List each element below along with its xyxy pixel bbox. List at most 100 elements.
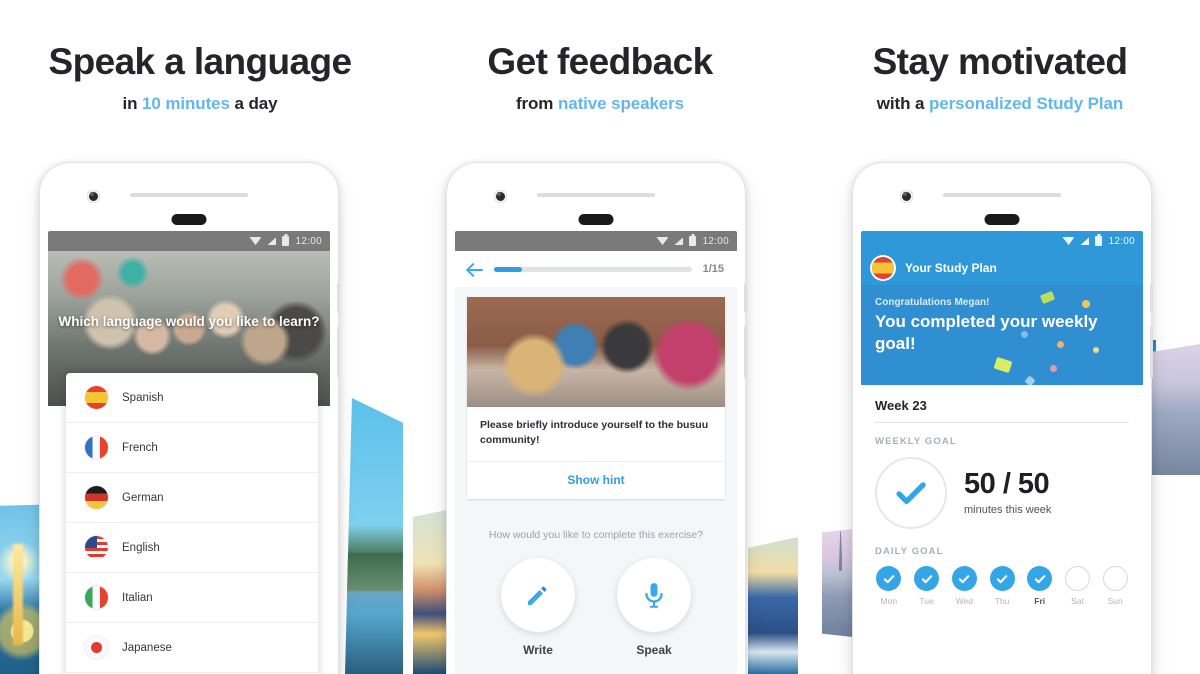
day-fri[interactable]: Fri [1025, 566, 1055, 606]
week-label: Week 23 [875, 398, 927, 413]
phone-2-screen: 12:00 1/15 Please briefly introduce your… [455, 231, 737, 674]
list-item-label: French [122, 441, 158, 454]
weekly-goal-ring [875, 457, 947, 529]
front-camera-icon [87, 190, 100, 203]
list-item[interactable]: English [66, 523, 318, 573]
volume-button[interactable] [337, 326, 340, 378]
volume-button[interactable] [744, 326, 747, 378]
power-button[interactable] [1150, 283, 1153, 313]
progress-bar-fill [494, 266, 522, 272]
write-button[interactable] [501, 558, 575, 633]
panel-3-subtitle-highlight: personalized Study Plan [929, 93, 1124, 113]
wifi-icon [1062, 237, 1075, 245]
power-button[interactable] [337, 283, 340, 313]
check-icon [996, 574, 1008, 583]
background-photo-city [1152, 344, 1200, 475]
day-label: Sun [1107, 596, 1123, 606]
weekly-goal-unit: minutes this week [964, 504, 1052, 516]
panel-2-subtitle-prefix: from [515, 93, 558, 113]
battery-icon [1095, 236, 1103, 246]
flag-germany-icon [85, 486, 108, 509]
day-tue[interactable]: Tue [912, 566, 942, 606]
confetti-piece [1093, 347, 1099, 353]
front-camera-icon [494, 190, 507, 203]
day-mon[interactable]: Mon [874, 566, 904, 606]
day-label: Fri [1034, 596, 1046, 606]
day-label: Wed [955, 596, 973, 606]
check-icon [921, 574, 932, 583]
power-button[interactable] [744, 283, 747, 313]
promo-screenshot-stage: Speak a language in 10 minutes a day Get… [0, 0, 1200, 674]
flag-spain-icon [85, 386, 108, 409]
check-icon [896, 482, 926, 505]
microphone-icon [645, 583, 663, 609]
back-arrow-icon[interactable] [468, 262, 483, 277]
flag-japan-icon [85, 636, 108, 659]
list-item[interactable]: German [66, 473, 318, 523]
list-item-label: Italian [122, 591, 153, 604]
earpiece-speaker [943, 193, 1061, 197]
panel-3-subtitle: with a personalized Study Plan [800, 94, 1200, 114]
panel-1-subtitle-prefix: in [122, 93, 143, 113]
day-wed[interactable]: Wed [949, 566, 979, 606]
list-item-label: Japanese [122, 641, 172, 654]
list-item[interactable]: Italian [66, 573, 318, 623]
panel-3-title: Stay motivated [872, 41, 1128, 82]
signal-icon [267, 237, 277, 245]
wifi-icon [656, 237, 669, 245]
speak-action[interactable]: Speak [617, 558, 691, 657]
panel-3-headings: Stay motivated with a personalized Study… [800, 41, 1200, 114]
proximity-sensor [984, 214, 1020, 225]
list-item[interactable]: French [66, 423, 318, 473]
confetti-piece [1024, 375, 1036, 385]
speak-button[interactable] [617, 558, 691, 633]
day-status-icon [876, 566, 902, 591]
status-bar-time: 12:00 [1108, 235, 1135, 247]
panel-2-headings: Get feedback from native speakers [400, 41, 800, 114]
pencil-icon [528, 586, 547, 606]
day-status-icon [1027, 566, 1053, 591]
background-photo-mosque [748, 537, 798, 674]
volume-button[interactable] [1150, 326, 1153, 378]
panel-2-subtitle: from native speakers [400, 94, 800, 114]
congrats-line: Congratulations Megan! [875, 297, 990, 308]
list-item-label: English [122, 541, 160, 554]
day-status-icon [951, 566, 977, 591]
wifi-icon [249, 237, 262, 245]
progress-counter: 1/15 [702, 263, 724, 275]
goal-line: You completed your weekly goal! [875, 312, 1098, 354]
write-action[interactable]: Write [501, 558, 575, 657]
daily-goal-label: DAILY GOAL [875, 546, 944, 557]
phone-mockup-exercise: 12:00 1/15 Please briefly introduce your… [447, 163, 747, 674]
list-item[interactable]: Japanese [66, 623, 318, 673]
day-label: Sat [1071, 596, 1084, 606]
panel-1-headings: Speak a language in 10 minutes a day [0, 41, 400, 114]
check-icon [1034, 574, 1046, 583]
day-sat[interactable]: Sat [1063, 566, 1093, 606]
front-camera-icon [900, 190, 913, 203]
proximity-sensor [578, 214, 614, 225]
panel-1-subtitle-highlight: 10 minutes [142, 93, 230, 113]
confetti-piece [1021, 331, 1028, 338]
weekly-goal-value: 50 / 50 [964, 468, 1050, 500]
status-bar: 12:00 [861, 231, 1143, 251]
show-hint-button[interactable]: Show hint [467, 462, 725, 499]
day-thu[interactable]: Thu [987, 566, 1017, 606]
confetti-piece [1057, 341, 1064, 348]
congratulations-banner: Congratulations Megan! You completed you… [861, 285, 1143, 385]
exercise-actions: Write Speak [455, 558, 737, 657]
flag-usa-icon [85, 536, 108, 559]
panel-3-subtitle-prefix: with a [876, 93, 929, 113]
day-status-icon [1064, 566, 1090, 591]
flag-spain-icon [872, 257, 894, 279]
confetti-piece [1050, 365, 1057, 372]
day-sun[interactable]: Sun [1100, 566, 1130, 606]
weekly-goal-label: WEEKLY GOAL [875, 436, 957, 447]
list-item[interactable]: Spanish [66, 373, 318, 423]
choose-method-prompt: How would you like to complete this exer… [488, 529, 704, 542]
earpiece-speaker [130, 193, 248, 197]
panel-1-subtitle: in 10 minutes a day [0, 94, 400, 114]
flag-france-icon [85, 436, 108, 459]
signal-icon [674, 237, 684, 245]
phone-mockup-study-plan: 12:00 Your Study Plan Congratulations Me… [853, 163, 1153, 674]
